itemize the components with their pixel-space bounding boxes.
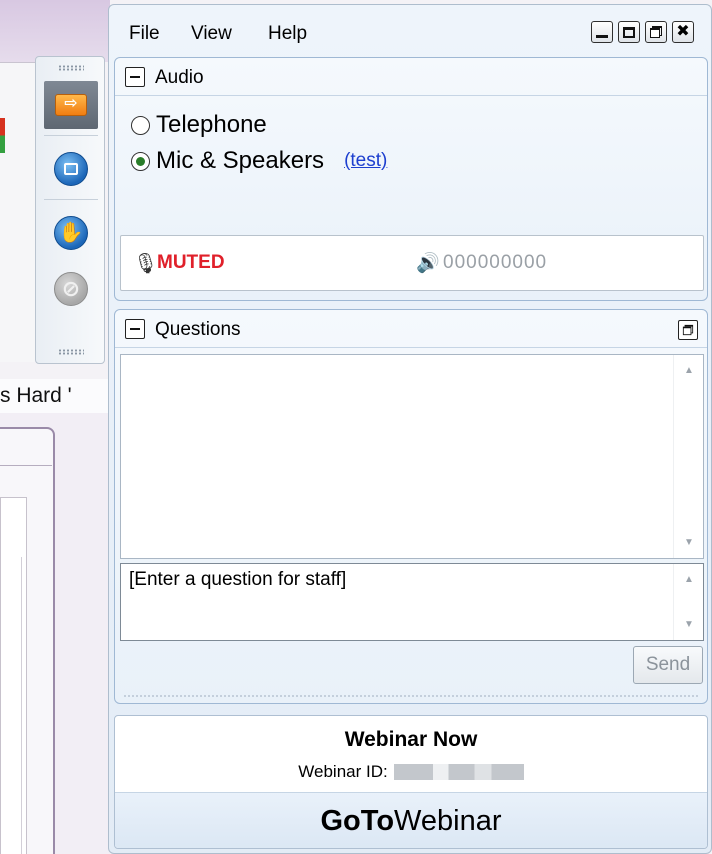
audio-status-box: 🎙 MUTED 🔊 000000000 xyxy=(120,235,704,291)
questions-panel: Questions ▲ ▼ [Enter a question for staf… xyxy=(114,309,708,704)
questions-collapse-button[interactable] xyxy=(125,319,145,339)
webinar-id-row: Webinar ID: xyxy=(115,762,707,782)
restore-icon xyxy=(650,26,662,38)
background-panel xyxy=(0,427,55,854)
scroll-down-icon[interactable]: ▼ xyxy=(674,537,704,548)
audio-panel-title: Audio xyxy=(155,67,204,88)
menu-help[interactable]: Help xyxy=(268,23,307,45)
minimize-button[interactable] xyxy=(591,21,613,43)
audio-test-link[interactable]: (test) xyxy=(344,150,387,172)
collapse-icon xyxy=(130,75,140,79)
mute-status[interactable]: MUTED xyxy=(157,252,225,274)
screen-icon xyxy=(54,152,88,186)
question-input[interactable]: [Enter a question for staff] ▲ ▼ xyxy=(120,563,704,641)
raise-hand-icon: ✋ xyxy=(54,216,88,250)
panel-resize-grip[interactable] xyxy=(123,695,699,697)
brand-logo-light: Webinar xyxy=(394,805,502,837)
scroll-up-icon[interactable]: ▲ xyxy=(674,365,704,376)
restore-button[interactable] xyxy=(645,21,667,43)
telephone-radio-option[interactable]: Telephone xyxy=(131,111,267,139)
close-button[interactable]: ✖ xyxy=(672,21,694,43)
webinar-info-box: Webinar Now Webinar ID: GoToWebinar xyxy=(114,715,708,849)
brand-logo-strong: GoTo xyxy=(320,805,395,837)
background-titlebar xyxy=(0,0,110,62)
questions-log-scrollbar[interactable]: ▲ ▼ xyxy=(673,355,703,558)
menu-bar: File View Help ✖ xyxy=(109,5,711,55)
telephone-radio[interactable] xyxy=(131,115,150,135)
gotowebinar-logo: GoToWebinar xyxy=(115,792,707,848)
gotowebinar-window: File View Help ✖ Audio Telephone Mic & S… xyxy=(108,4,712,854)
speaker-level-meter: 000000000 xyxy=(443,252,548,273)
control-panel-toolbar: ⇨ ✋ ⊘ xyxy=(35,56,105,364)
speaker-icon: 🔊 xyxy=(416,253,440,274)
microphone-icon[interactable]: 🎙 xyxy=(133,251,158,276)
background-status-bar xyxy=(0,118,5,153)
mic-speakers-radio[interactable] xyxy=(131,151,150,171)
scroll-up-icon[interactable]: ▲ xyxy=(674,574,704,585)
webinar-title: Webinar Now xyxy=(344,728,478,751)
background-window-text: s Hard ' xyxy=(0,379,110,413)
maximize-icon xyxy=(623,26,635,38)
mic-speakers-label: Mic & Speakers xyxy=(156,147,325,174)
audio-panel: Audio Telephone Mic & Speakers (test) 🎙 … xyxy=(114,57,708,301)
arrow-right-icon: ⇨ xyxy=(55,94,87,116)
background-toolbar xyxy=(0,62,40,362)
menu-view[interactable]: View xyxy=(191,23,232,45)
collapse-icon xyxy=(130,327,140,331)
telephone-label: Telephone xyxy=(156,111,267,138)
audio-collapse-button[interactable] xyxy=(125,67,145,87)
questions-popout-button[interactable] xyxy=(678,320,698,340)
webinar-id-redacted xyxy=(393,764,524,780)
toolbar-grip-bottom[interactable] xyxy=(58,349,84,355)
menu-file[interactable]: File xyxy=(129,23,160,45)
popout-icon xyxy=(682,324,694,336)
webinar-id-label: Webinar ID: xyxy=(298,762,388,781)
questions-panel-title: Questions xyxy=(155,319,241,340)
draw-tools-button[interactable]: ⊘ xyxy=(44,265,98,313)
question-input-placeholder: [Enter a question for staff] xyxy=(129,569,347,590)
maximize-button[interactable] xyxy=(618,21,640,43)
close-icon: ✖ xyxy=(676,23,690,40)
questions-panel-header: Questions xyxy=(115,310,707,348)
disabled-pen-icon: ⊘ xyxy=(54,272,88,306)
mic-speakers-radio-option[interactable]: Mic & Speakers (test) xyxy=(131,147,387,175)
questions-log[interactable]: ▲ ▼ xyxy=(120,354,704,559)
screen-toggle-button[interactable] xyxy=(44,145,98,193)
audio-panel-header: Audio xyxy=(115,58,707,96)
scroll-down-icon[interactable]: ▼ xyxy=(674,619,704,630)
minimize-icon xyxy=(596,34,608,38)
show-hide-control-panel-button[interactable]: ⇨ xyxy=(44,81,98,129)
raise-hand-button[interactable]: ✋ xyxy=(44,209,98,257)
question-input-scrollbar[interactable]: ▲ ▼ xyxy=(673,564,703,640)
toolbar-grip-top[interactable] xyxy=(58,65,84,71)
send-button[interactable]: Send xyxy=(633,646,703,684)
